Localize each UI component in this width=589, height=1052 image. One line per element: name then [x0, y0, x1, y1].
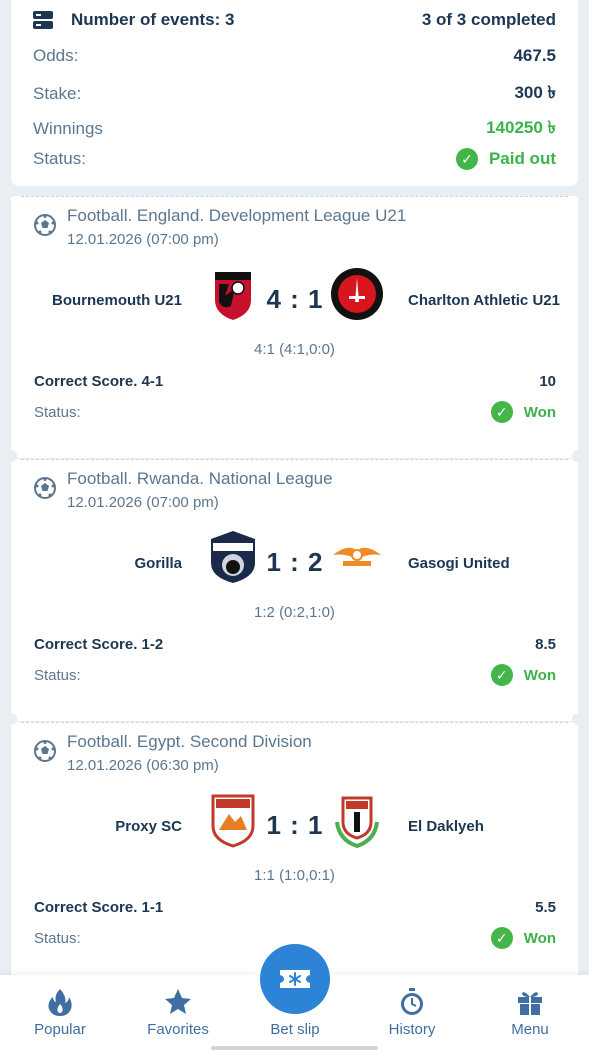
check-icon: ✓	[490, 664, 513, 686]
football-icon	[34, 477, 56, 499]
divider	[21, 459, 568, 460]
nav-history[interactable]: History	[362, 987, 462, 1038]
ticket-notch	[5, 185, 17, 197]
nav-favorites[interactable]: Favorites	[128, 987, 228, 1038]
score-detail: 1:2 (0:2,1:0)	[254, 604, 335, 621]
bet-market: Correct Score. 1-1	[34, 899, 164, 916]
events-list-icon	[33, 11, 53, 29]
league-name: Football. Egypt. Second Division	[67, 732, 312, 751]
el-daklyeh-logo	[335, 796, 379, 848]
odds-value: 467.5	[513, 46, 556, 65]
event-status-label: Status:	[34, 403, 81, 421]
gorilla-logo	[211, 531, 255, 583]
event-date: 12.01.2026 (07:00 pm)	[67, 494, 219, 511]
events-count: Number of events: 3	[71, 10, 235, 29]
nav-menu-label: Menu	[511, 1021, 549, 1038]
status-row: Status: ✓ Paid out	[33, 148, 556, 170]
status-label: Status:	[33, 149, 86, 168]
nav-menu[interactable]: Menu	[480, 987, 580, 1038]
bet-odds: 10	[539, 373, 556, 390]
league-name: Football. Rwanda. National League	[67, 469, 333, 488]
football-icon	[34, 214, 56, 236]
nav-history-label: History	[388, 1021, 436, 1038]
score-detail: 4:1 (4:1,0:0)	[254, 341, 335, 358]
event-status: ✓ Won	[490, 927, 556, 949]
event-status: ✓ Won	[490, 401, 556, 423]
ticket-notch	[572, 185, 584, 197]
event-status-label: Status:	[34, 929, 81, 947]
divider	[21, 196, 568, 197]
stake-row: Stake: 300 ৳	[33, 80, 556, 108]
ticket-notch	[5, 450, 17, 462]
bet-market: Correct Score. 4-1	[34, 373, 164, 390]
divider	[21, 722, 568, 723]
event-date: 12.01.2026 (07:00 pm)	[67, 231, 219, 248]
ticket-notch	[5, 713, 17, 725]
winnings-row: Winnings 140250 ৳	[33, 115, 556, 143]
bet-row: Correct Score. 1-2 8.5	[34, 636, 556, 653]
match-score: 1 : 2	[266, 547, 324, 577]
bet-row: Correct Score. 1-1 5.5	[34, 899, 556, 916]
football-icon	[34, 740, 56, 762]
odds-row: Odds: 467.5	[33, 46, 556, 66]
flame-icon	[48, 989, 72, 1016]
stake-label: Stake:	[33, 84, 82, 103]
gift-icon	[518, 992, 542, 1015]
ticket-notch	[572, 450, 584, 462]
home-team: Proxy SC	[115, 818, 182, 835]
away-team: El Daklyeh	[408, 818, 484, 835]
gasogi-logo	[333, 547, 381, 566]
bet-market: Correct Score. 1-2	[34, 636, 164, 653]
event-date: 12.01.2026 (06:30 pm)	[67, 757, 219, 774]
charlton-logo	[331, 268, 383, 320]
star-icon	[165, 989, 191, 1014]
score-detail: 1:1 (1:0,0:1)	[254, 867, 335, 884]
away-team: Charlton Athletic U21	[408, 292, 560, 309]
match-score: 1 : 1	[266, 810, 324, 840]
events-count-row: Number of events: 3 3 of 3 completed	[33, 10, 556, 30]
away-team: Gasogi United	[408, 555, 510, 572]
check-icon: ✓	[490, 927, 513, 949]
league-name: Football. England. Development League U2…	[67, 206, 407, 225]
match-score: 4 : 1	[266, 284, 324, 314]
event-card[interactable]: Football. Rwanda. National League 12.01.…	[11, 459, 578, 721]
ticket-notch	[572, 713, 584, 725]
stake-value: 300 ৳	[514, 83, 556, 102]
nav-favorites-label: Favorites	[147, 1021, 209, 1038]
ticket-snowflake-icon	[280, 970, 310, 988]
nav-betslip[interactable]: Bet slip	[245, 1021, 345, 1038]
bournemouth-logo	[215, 272, 251, 320]
winnings-value: 140250 ৳	[486, 118, 556, 137]
status-value: Paid out	[488, 149, 556, 168]
home-team: Bournemouth U21	[51, 292, 182, 309]
nav-popular[interactable]: Popular	[10, 987, 110, 1038]
event-status-value: Won	[523, 929, 556, 947]
stopwatch-icon	[401, 988, 423, 1015]
bet-row: Correct Score. 4-1 10	[34, 373, 556, 390]
event-card[interactable]: Football. England. Development League U2…	[11, 196, 578, 458]
event-status-row: Status: ✓ Won	[34, 401, 556, 423]
completed-count: 3 of 3 completed	[421, 10, 556, 29]
proxy-sc-logo	[211, 794, 255, 848]
bet-summary-card: Number of events: 3 3 of 3 completed Odd…	[11, 0, 578, 186]
nav-popular-label: Popular	[34, 1021, 86, 1038]
event-status-value: Won	[523, 666, 556, 684]
bet-odds: 5.5	[535, 899, 556, 916]
check-icon: ✓	[455, 148, 478, 170]
nav-betslip-label: Bet slip	[270, 1021, 320, 1038]
home-indicator[interactable]	[211, 1046, 378, 1050]
odds-label: Odds:	[33, 46, 79, 65]
event-status-label: Status:	[34, 666, 81, 684]
event-status-row: Status: ✓ Won	[34, 664, 556, 686]
home-team: Gorilla	[134, 555, 182, 572]
event-status-value: Won	[523, 403, 556, 421]
bet-odds: 8.5	[535, 636, 556, 653]
check-icon: ✓	[490, 401, 513, 423]
betslip-button[interactable]	[260, 944, 330, 1014]
status-value-wrap: ✓ Paid out	[455, 148, 556, 170]
event-status: ✓ Won	[490, 664, 556, 686]
winnings-label: Winnings	[33, 119, 103, 138]
